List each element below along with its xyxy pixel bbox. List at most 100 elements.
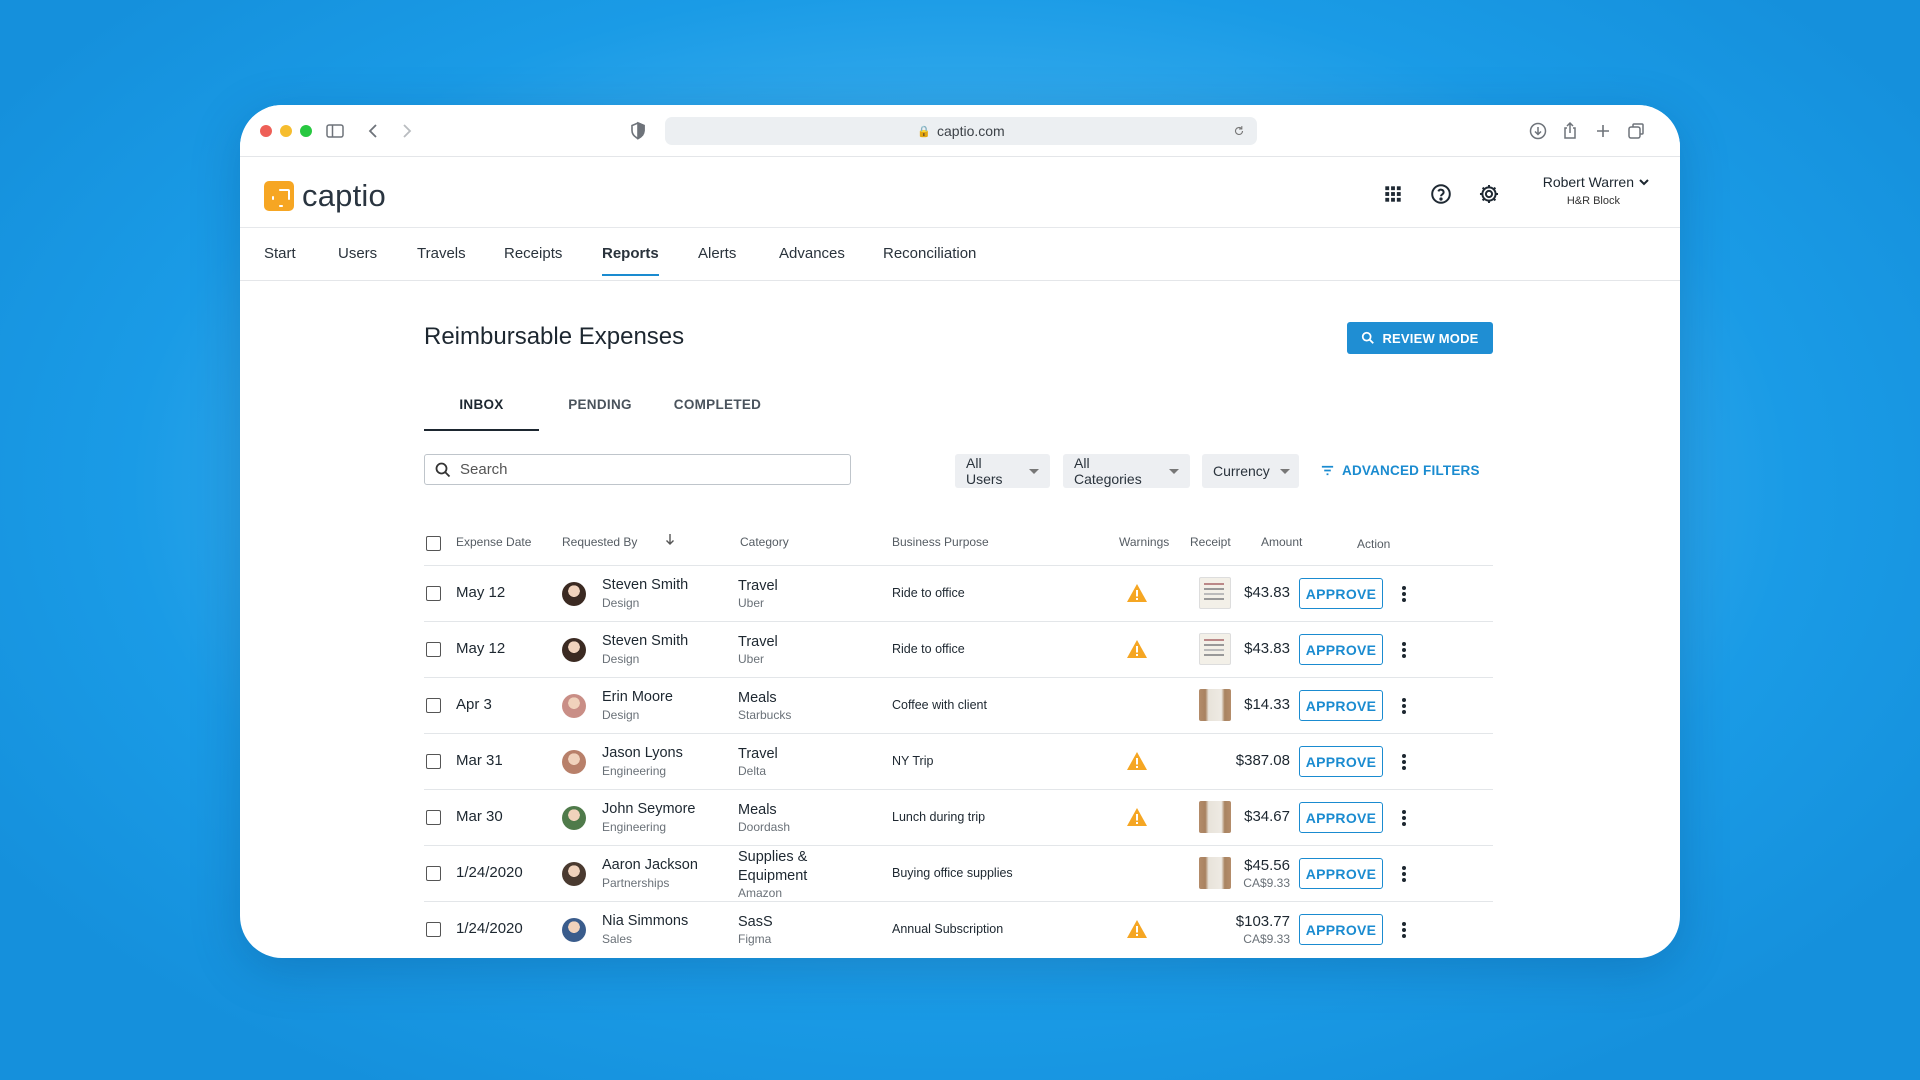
search-box[interactable] [424, 454, 851, 485]
minimize-window-button[interactable] [280, 125, 292, 137]
approve-button[interactable]: APPROVE [1299, 690, 1383, 721]
requester-name[interactable]: Jason Lyons [602, 745, 683, 761]
requester-name[interactable]: Nia Simmons [602, 913, 688, 929]
select-all-checkbox[interactable] [426, 536, 441, 551]
sort-arrow-down-icon[interactable] [664, 533, 676, 548]
more-options-icon[interactable] [1399, 751, 1409, 773]
expense-amount: $43.83 [1244, 640, 1290, 657]
tab-pending[interactable]: PENDING [565, 397, 635, 412]
col-header-business-purpose[interactable]: Business Purpose [892, 535, 989, 549]
row-checkbox[interactable] [426, 810, 441, 825]
table-row[interactable]: Mar 31 Jason Lyons Engineering Travel Delta N… [424, 733, 1493, 789]
more-options-icon[interactable] [1399, 583, 1409, 605]
more-options-icon[interactable] [1399, 919, 1409, 941]
back-icon[interactable] [362, 119, 386, 143]
requester-name[interactable]: John Seymore [602, 801, 696, 817]
row-checkbox[interactable] [426, 922, 441, 937]
sidebar-toggle-icon[interactable] [323, 119, 347, 143]
captio-logo[interactable]: captio [264, 178, 386, 214]
maximize-window-button[interactable] [300, 125, 312, 137]
requester-name[interactable]: Steven Smith [602, 577, 688, 593]
approve-button[interactable]: APPROVE [1299, 634, 1383, 665]
business-purpose: Ride to office [892, 586, 965, 600]
nav-item-reports[interactable]: Reports [602, 245, 659, 276]
nav-item-advances[interactable]: Advances [779, 245, 845, 274]
help-icon[interactable] [1427, 180, 1455, 208]
row-checkbox[interactable] [426, 642, 441, 657]
approve-button[interactable]: APPROVE [1299, 578, 1383, 609]
tab-inbox[interactable]: INBOX [424, 397, 539, 431]
more-options-icon[interactable] [1399, 639, 1409, 661]
caret-down-icon [1029, 468, 1039, 474]
approve-button[interactable]: APPROVE [1299, 746, 1383, 777]
row-checkbox[interactable] [426, 698, 441, 713]
warning-icon[interactable] [1126, 751, 1148, 771]
receipt-thumbnail[interactable] [1199, 633, 1231, 665]
row-checkbox[interactable] [426, 754, 441, 769]
warning-icon[interactable] [1126, 583, 1148, 603]
table-row[interactable]: May 12 Steven Smith Design Travel Uber Ride t… [424, 621, 1493, 677]
more-options-icon[interactable] [1399, 807, 1409, 829]
requester-department: Engineering [602, 764, 667, 778]
approve-button[interactable]: APPROVE [1299, 858, 1383, 889]
col-header-requested-by[interactable]: Requested By [562, 535, 637, 549]
warning-icon[interactable] [1126, 807, 1148, 827]
table-row[interactable]: May 12 Steven Smith Design Travel Uber Ride t… [424, 565, 1493, 621]
requester-name[interactable]: Steven Smith [602, 633, 688, 649]
requester-department: Sales [602, 932, 633, 946]
warning-icon[interactable] [1126, 639, 1148, 659]
table-row[interactable]: 1/24/2020 Nia Simmons Sales SasS Figma Annual… [424, 901, 1493, 957]
search-input[interactable] [460, 461, 820, 478]
browser-toolbar: 🔒 captio.com [240, 105, 1680, 157]
secondary-currency-amount: CA$9.33 [1243, 876, 1290, 890]
reload-icon[interactable] [1229, 121, 1249, 141]
col-header-receipt[interactable]: Receipt [1190, 535, 1231, 549]
avatar [562, 918, 586, 942]
settings-gear-icon[interactable] [1475, 180, 1503, 208]
approve-button[interactable]: APPROVE [1299, 802, 1383, 833]
more-options-icon[interactable] [1399, 695, 1409, 717]
warning-icon[interactable] [1126, 919, 1148, 939]
apps-grid-icon[interactable] [1379, 180, 1407, 208]
nav-item-receipts[interactable]: Receipts [504, 245, 562, 274]
expense-amount: $14.33 [1244, 696, 1290, 713]
address-bar[interactable]: 🔒 captio.com [665, 117, 1257, 145]
privacy-shield-icon[interactable] [626, 119, 650, 143]
tab-overview-icon[interactable] [1624, 119, 1648, 143]
review-mode-button[interactable]: REVIEW MODE [1347, 322, 1493, 354]
currency-filter-dropdown[interactable]: Currency [1202, 454, 1299, 488]
requester-name[interactable]: Erin Moore [602, 689, 673, 705]
col-header-expense-date[interactable]: Expense Date [456, 535, 531, 549]
approve-button[interactable]: APPROVE [1299, 914, 1383, 945]
forward-icon[interactable] [394, 119, 418, 143]
col-header-warnings[interactable]: Warnings [1119, 535, 1169, 549]
receipt-thumbnail[interactable] [1199, 801, 1231, 833]
advanced-filters-button[interactable]: ADVANCED FILTERS [1320, 463, 1480, 478]
requester-name[interactable]: Aaron Jackson [602, 857, 698, 873]
row-checkbox[interactable] [426, 586, 441, 601]
receipt-thumbnail[interactable] [1199, 857, 1231, 889]
receipt-thumbnail[interactable] [1199, 689, 1231, 721]
nav-item-alerts[interactable]: Alerts [698, 245, 736, 274]
categories-filter-dropdown[interactable]: All Categories [1063, 454, 1190, 488]
nav-item-start[interactable]: Start [264, 245, 296, 274]
user-menu[interactable]: Robert Warren H&R Block [1530, 174, 1650, 207]
tab-completed[interactable]: COMPLETED [670, 397, 765, 412]
table-row[interactable]: Mar 30 John Seymore Engineering Meals Doorda… [424, 789, 1493, 845]
share-icon[interactable] [1558, 119, 1582, 143]
close-window-button[interactable] [260, 125, 272, 137]
more-options-icon[interactable] [1399, 863, 1409, 885]
table-row[interactable]: Apr 3 Erin Moore Design Meals Starbucks Coffe… [424, 677, 1493, 733]
col-header-category[interactable]: Category [740, 535, 789, 549]
nav-item-travels[interactable]: Travels [417, 245, 466, 274]
business-purpose: Annual Subscription [892, 922, 1004, 936]
users-filter-dropdown[interactable]: All Users [955, 454, 1050, 488]
downloads-icon[interactable] [1526, 119, 1550, 143]
col-header-amount[interactable]: Amount [1261, 535, 1302, 549]
receipt-thumbnail[interactable] [1199, 577, 1231, 609]
new-tab-icon[interactable] [1591, 119, 1615, 143]
table-row[interactable]: 1/24/2020 Aaron Jackson Partnerships Suppli… [424, 845, 1493, 901]
nav-item-reconciliation[interactable]: Reconciliation [883, 245, 976, 274]
nav-item-users[interactable]: Users [338, 245, 377, 274]
row-checkbox[interactable] [426, 866, 441, 881]
